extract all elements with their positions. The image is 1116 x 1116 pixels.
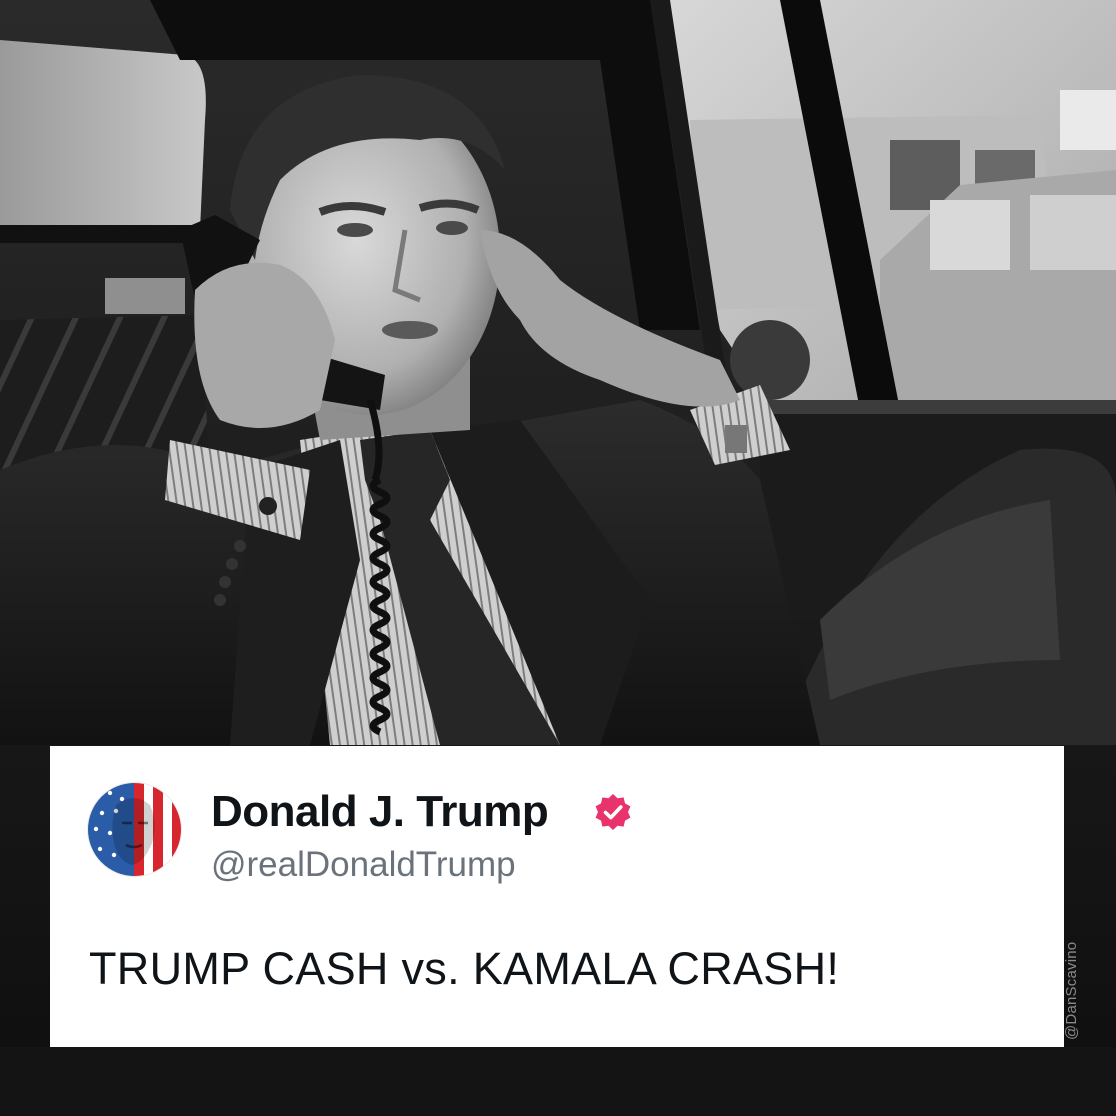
post-text: TRUMP CASH vs. KAMALA CRASH!	[89, 943, 840, 994]
profile-avatar[interactable]	[88, 783, 181, 876]
flag-portrait-avatar-icon	[88, 783, 181, 876]
post-card: Donald J. Trump @realDonaldTrump TRUMP C…	[50, 746, 1064, 1047]
watermark-credit: @DanScavino	[1063, 941, 1080, 1040]
post-image: Donald J. Trump @realDonaldTrump TRUMP C…	[0, 0, 1116, 1116]
verified-badge-icon	[595, 794, 631, 830]
user-handle[interactable]: @realDonaldTrump	[211, 844, 516, 886]
display-name[interactable]: Donald J. Trump	[211, 786, 549, 838]
